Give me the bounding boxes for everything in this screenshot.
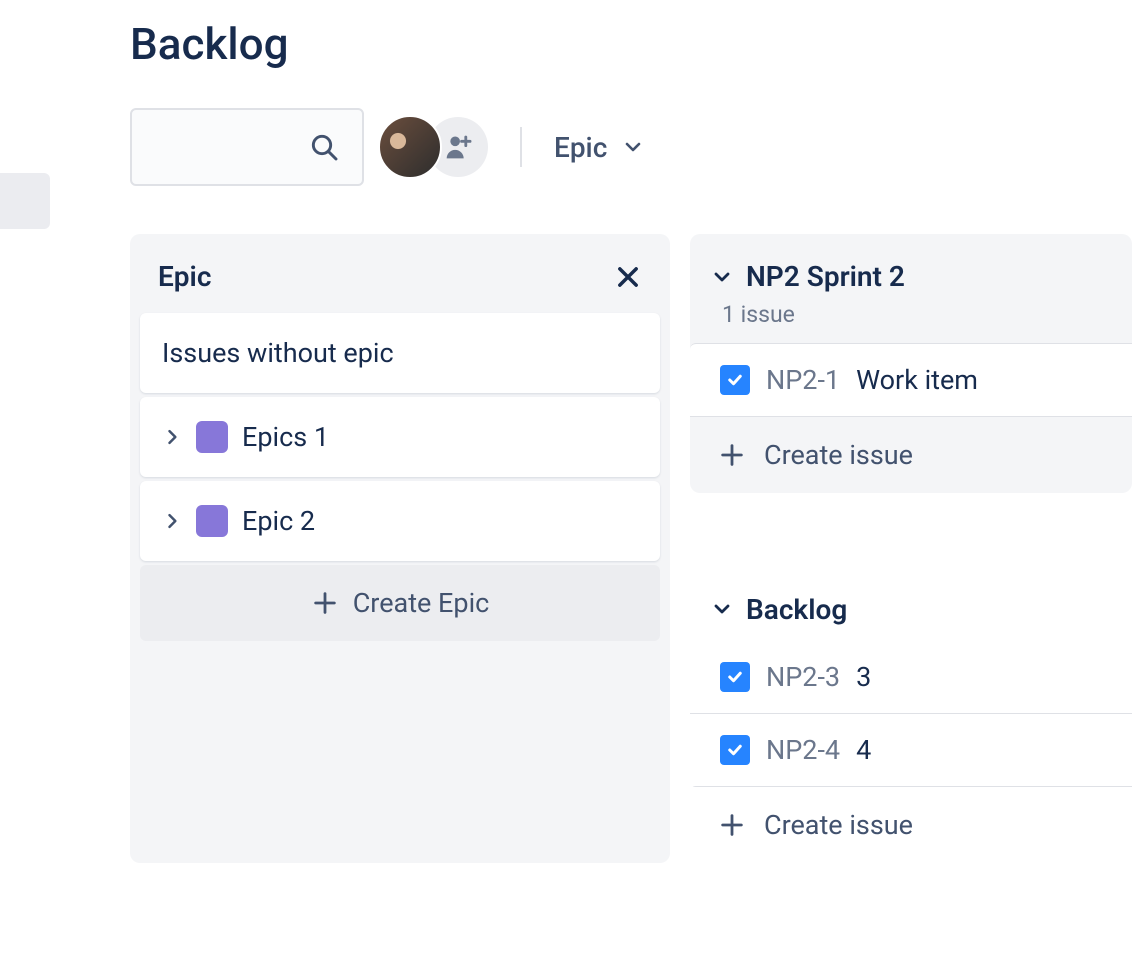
backlog-name: Backlog [746,593,847,626]
page-title: Backlog [130,18,1132,70]
task-icon [720,365,750,395]
create-issue-button[interactable]: Create issue [690,417,1132,493]
issue-key: NP2-4 [766,734,840,766]
epic-color-swatch [196,505,228,537]
issue-key: NP2-3 [766,661,840,693]
sprint-header[interactable]: NP2 Sprint 2 [690,250,1132,293]
create-issue-button[interactable]: Create issue [690,787,1132,863]
create-epic-button[interactable]: Create Epic [140,565,660,641]
epic-filter-label: Epic [554,131,607,164]
add-person-icon [441,130,475,164]
issue-row[interactable]: NP2-4 4 [690,713,1132,787]
epic-row[interactable]: Epics 1 [140,397,660,477]
plus-icon [718,811,746,839]
chevron-right-icon [162,511,182,531]
epic-panel-title: Epic [158,260,211,293]
create-issue-label: Create issue [764,809,913,841]
epic-name: Epics 1 [242,421,329,453]
avatar-stack [378,115,488,179]
epic-panel: Epic Issues without epic Epics 1 Epic 2 … [130,234,670,863]
backlog-header[interactable]: Backlog [690,593,1132,642]
sidebar-collapsed-item[interactable] [0,173,50,229]
backlog-section: Backlog NP2-3 3 NP2-4 [690,593,1132,863]
sprint-subtitle: 1 issue [690,293,1132,344]
search-input[interactable] [130,108,364,186]
sprint-name: NP2 Sprint 2 [746,260,905,293]
toolbar-divider [520,127,522,167]
close-icon[interactable] [614,263,642,291]
epic-color-swatch [196,421,228,453]
issue-row[interactable]: NP2-1 Work item [690,343,1132,417]
issues-without-epic[interactable]: Issues without epic [140,313,660,393]
avatar[interactable] [378,115,442,179]
epic-filter-dropdown[interactable]: Epic [554,131,645,164]
issue-title: 4 [856,734,871,766]
toolbar: Epic [130,108,1132,186]
chevron-right-icon [162,427,182,447]
issue-title: Work item [856,364,978,396]
plus-icon [311,589,339,617]
issue-row[interactable]: NP2-3 3 [690,642,1132,715]
task-icon [720,735,750,765]
create-issue-label: Create issue [764,439,913,471]
epic-name: Epic 2 [242,505,315,537]
task-icon [720,662,750,692]
plus-icon [718,441,746,469]
sidebar-divider [74,0,78,964]
epic-row[interactable]: Epic 2 [140,481,660,561]
issue-title: 3 [856,661,871,693]
chevron-down-icon [710,265,734,289]
sprint-section: NP2 Sprint 2 1 issue NP2-1 Work item Cre… [690,234,1132,493]
issue-key: NP2-1 [766,364,840,396]
create-epic-label: Create Epic [353,587,490,619]
chevron-down-icon [710,597,734,621]
issues-without-epic-label: Issues without epic [162,337,394,369]
chevron-down-icon [621,135,645,159]
search-icon [308,131,340,163]
